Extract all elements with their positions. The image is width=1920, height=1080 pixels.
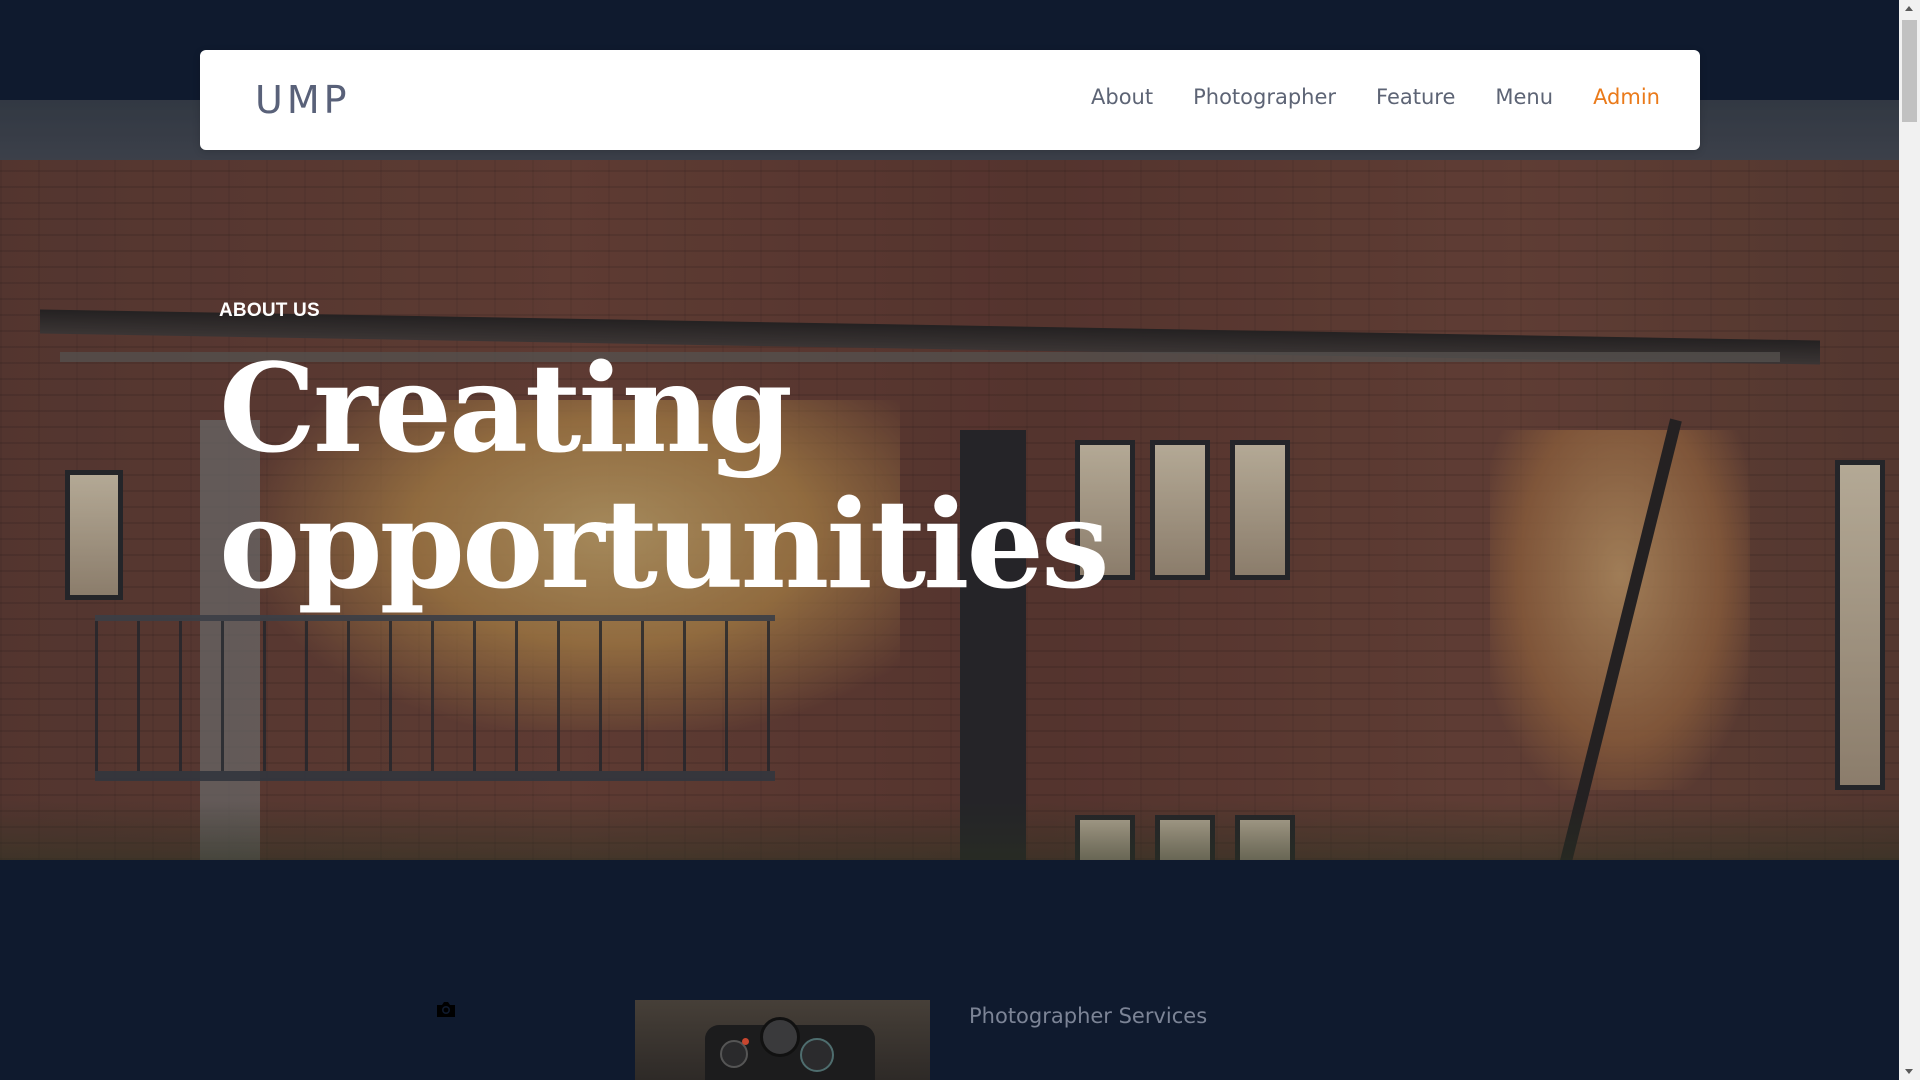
hero-headline-line-1: Creating (219, 336, 793, 480)
nav-link-about[interactable]: About (1091, 85, 1153, 109)
hero-eyebrow: ABOUT US (219, 300, 320, 321)
page-viewport: ABOUT US Creating opportunities UMP Abou… (0, 0, 1899, 1080)
top-navbar: UMP About Photographer Feature Menu Admi… (200, 50, 1700, 150)
vertical-scrollbar[interactable] (1899, 0, 1920, 1080)
services-title: Photographer Services (969, 1004, 1208, 1028)
scroll-up-button[interactable] (1899, 0, 1920, 18)
nav-link-feature[interactable]: Feature (1376, 85, 1455, 109)
scrollbar-thumb[interactable] (1902, 20, 1917, 122)
camera-dial (760, 1017, 800, 1057)
arrow-down-icon (1905, 1069, 1913, 1074)
nav-link-menu[interactable]: Menu (1495, 85, 1553, 109)
hero-headline-line-2: opportunities (219, 472, 1110, 616)
camera-photo (635, 1000, 930, 1080)
nav-link-photographer[interactable]: Photographer (1193, 85, 1336, 109)
hero-headline: Creating opportunities (219, 336, 1110, 616)
brand-logo[interactable]: UMP (255, 78, 351, 122)
camera-icon (437, 1002, 455, 1017)
nav-links: About Photographer Feature Menu Admin (1091, 85, 1660, 109)
camera-dial (800, 1038, 834, 1072)
hero-text: ABOUT US Creating opportunities (219, 300, 1110, 616)
nav-link-admin[interactable]: Admin (1593, 85, 1660, 109)
camera-record-button (742, 1038, 749, 1045)
arrow-up-icon (1905, 6, 1913, 11)
scroll-down-button[interactable] (1899, 1062, 1920, 1080)
